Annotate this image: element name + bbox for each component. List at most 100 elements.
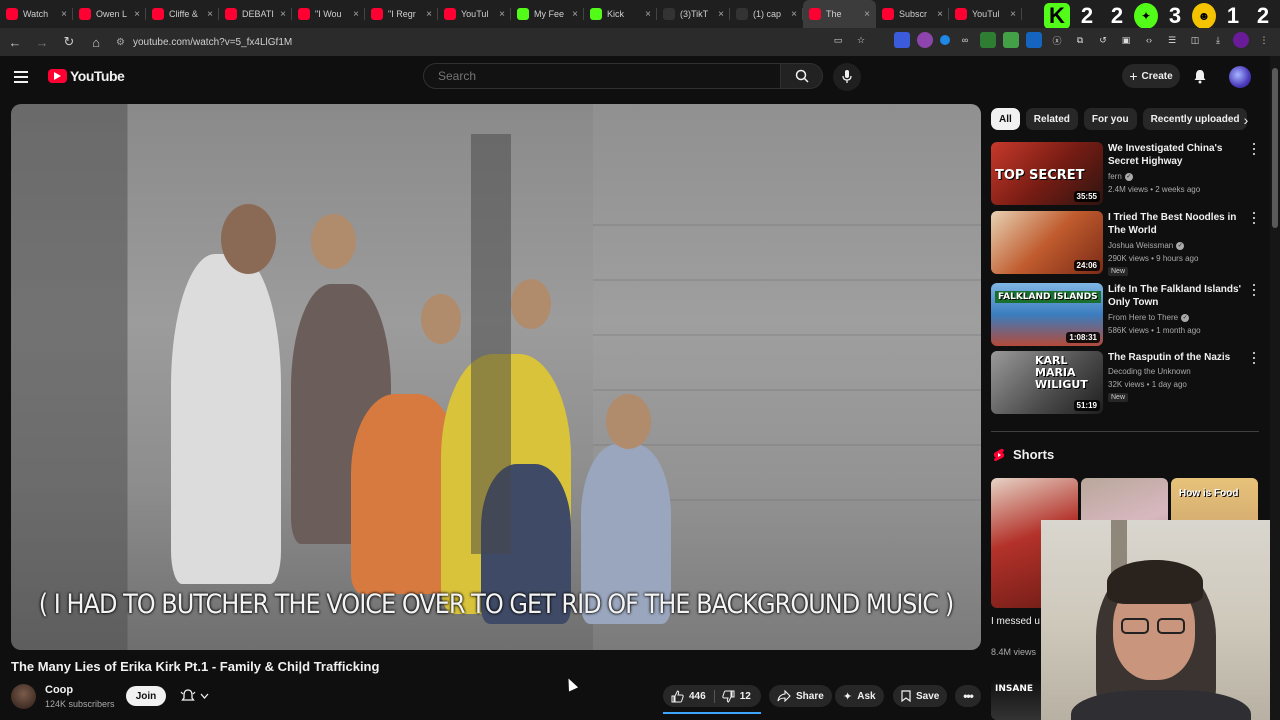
filter-chip[interactable]: Recently uploaded [1142,108,1248,130]
recommended-video-title[interactable]: I Tried The Best Noodles in The World [1108,211,1248,237]
history-icon[interactable]: ↺ [1095,32,1111,48]
tab-close-icon[interactable]: × [207,9,213,20]
downloads-icon[interactable]: ⤓ [1210,32,1226,48]
video-thumbnail[interactable]: FALKLAND ISLANDS 1:08:31 [991,283,1103,346]
extensions-puzzle-icon[interactable]: ⧉ [1072,32,1088,48]
browser-tab[interactable]: Owen L × [73,0,146,28]
recommended-channel[interactable]: Decoding the Unknown [1108,367,1191,376]
bookmark-star-icon[interactable]: ☆ [853,32,869,48]
reload-icon[interactable]: ↻ [57,30,81,54]
recommended-channel[interactable]: From Here to There ✓ [1108,313,1190,322]
save-button[interactable]: Save [893,685,948,707]
recommended-video[interactable]: KARL MARIA WILIGUT 51:19 The Rasputin of t… [991,351,1261,415]
extension-shield-icon[interactable] [894,32,910,48]
browser-tab[interactable]: "I Wou × [292,0,365,28]
recommended-video-title[interactable]: Life In The Falkland Islands' Only Town [1108,283,1248,309]
extension-circle-icon[interactable] [917,32,933,48]
browser-tab[interactable]: Watch × [0,0,73,28]
tab-close-icon[interactable]: × [134,9,140,20]
more-vertical-icon[interactable] [1249,351,1259,365]
forward-arrow-icon[interactable]: → [30,30,54,54]
recommended-video[interactable]: 24:06 I Tried The Best Noodles in The Wor… [991,211,1261,276]
profile-avatar-icon[interactable] [1233,32,1249,48]
tab-close-icon[interactable]: × [353,9,359,20]
back-arrow-icon[interactable]: ← [3,30,27,54]
browser-tab[interactable]: Subscr × [876,0,949,28]
subscription-notify-button[interactable] [174,686,214,706]
youtube-logo[interactable]: YouTube [48,68,125,84]
tab-close-icon[interactable]: × [791,9,797,20]
tab-close-icon[interactable]: × [645,9,651,20]
share-button[interactable]: Share [769,685,832,707]
ask-button[interactable]: ✦ Ask [835,685,884,707]
tab-close-icon[interactable]: × [1010,9,1016,20]
voice-search-button[interactable] [833,63,861,91]
screenshot-icon[interactable]: ▣ [1118,32,1134,48]
more-actions-button[interactable]: ••• [955,685,981,707]
extension-glasses-icon[interactable]: ∞ [957,32,973,48]
reading-list-icon[interactable]: ☰ [1164,32,1180,48]
browser-tab[interactable]: YouTul × [949,0,1022,28]
create-button[interactable]: + Create [1122,64,1180,88]
tab-close-icon[interactable]: × [937,9,943,20]
notifications-button[interactable] [1190,66,1210,86]
tab-close-icon[interactable]: × [864,9,870,20]
extension-green-icon[interactable] [980,32,996,48]
install-app-icon[interactable]: ▭ [830,32,846,48]
short-title-1[interactable]: I messed u [991,616,1040,627]
url-field[interactable]: ⚙ youtube.com/watch?v=5_fx4LlGf1M [116,31,816,53]
sidebar-icon[interactable]: ◫ [1187,32,1203,48]
site-info-icon[interactable]: ⚙ [116,37,125,48]
channel-name[interactable]: Coop [45,684,73,696]
more-vertical-icon[interactable] [1249,211,1259,225]
account-avatar[interactable] [1229,66,1251,88]
browser-tab[interactable]: The × [803,0,876,28]
scrollbar-thumb[interactable] [1272,68,1278,228]
tab-close-icon[interactable]: × [572,9,578,20]
recommended-video[interactable]: TOP SECRET 35:55 We Investigated China's S… [991,142,1261,206]
chevron-right-icon[interactable]: › [1236,110,1256,130]
filter-chip[interactable]: Related [1025,108,1078,130]
search-button[interactable] [781,63,823,89]
recommended-video-title[interactable]: We Investigated China's Secret Highway [1108,142,1248,168]
filter-chip[interactable]: For you [1083,108,1137,130]
browser-tab[interactable]: (1) cap × [730,0,803,28]
tab-close-icon[interactable]: × [718,9,724,20]
more-vertical-icon[interactable] [1249,142,1259,156]
tab-close-icon[interactable]: × [61,9,67,20]
more-vertical-icon[interactable] [1249,283,1259,297]
extension-dot-icon[interactable] [940,35,950,45]
extension-blue-icon[interactable] [1026,32,1042,48]
video-thumbnail[interactable]: KARL MARIA WILIGUT 51:19 [991,351,1103,414]
hamburger-menu-icon[interactable] [14,67,34,87]
channel-avatar[interactable] [11,684,36,709]
page-scrollbar[interactable] [1270,56,1280,720]
video-thumbnail[interactable]: TOP SECRET 35:55 [991,142,1103,205]
dislike-button[interactable]: 12 [720,690,751,703]
search-input[interactable] [423,63,781,89]
like-button[interactable]: 446 [671,689,715,703]
browser-tab[interactable]: YouTul × [438,0,511,28]
tab-close-icon[interactable]: × [426,9,432,20]
extension-translate-icon[interactable]: ⓧ [1049,32,1065,48]
recommended-channel[interactable]: Joshua Weissman ✓ [1108,241,1185,250]
filter-chip[interactable]: All [991,108,1020,130]
extension-puzzle-green-icon[interactable] [1003,32,1019,48]
home-icon[interactable]: ⌂ [84,30,108,54]
recommended-video-title[interactable]: The Rasputin of the Nazis [1108,351,1248,364]
browser-tab[interactable]: "I Regr × [365,0,438,28]
video-thumbnail[interactable]: 24:06 [991,211,1103,274]
tab-close-icon[interactable]: × [280,9,286,20]
join-button[interactable]: Join [126,686,166,706]
browser-tab[interactable]: DEBATI × [219,0,292,28]
browser-menu-icon[interactable]: ⋮ [1256,32,1272,48]
browser-tab[interactable]: (3)TikT × [657,0,730,28]
devtools-icon[interactable]: ‹› [1141,32,1157,48]
browser-tab[interactable]: My Fee × [511,0,584,28]
video-player[interactable]: ( I HAD TO BUTCHER THE VOICE OVER TO GET… [11,104,981,650]
browser-tab[interactable]: Cliffe & × [146,0,219,28]
recommended-video[interactable]: FALKLAND ISLANDS 1:08:31 Life In The Falkl… [991,283,1261,347]
browser-tab[interactable]: Kick × [584,0,657,28]
tab-close-icon[interactable]: × [499,9,505,20]
recommended-channel[interactable]: fern ✓ [1108,172,1133,181]
